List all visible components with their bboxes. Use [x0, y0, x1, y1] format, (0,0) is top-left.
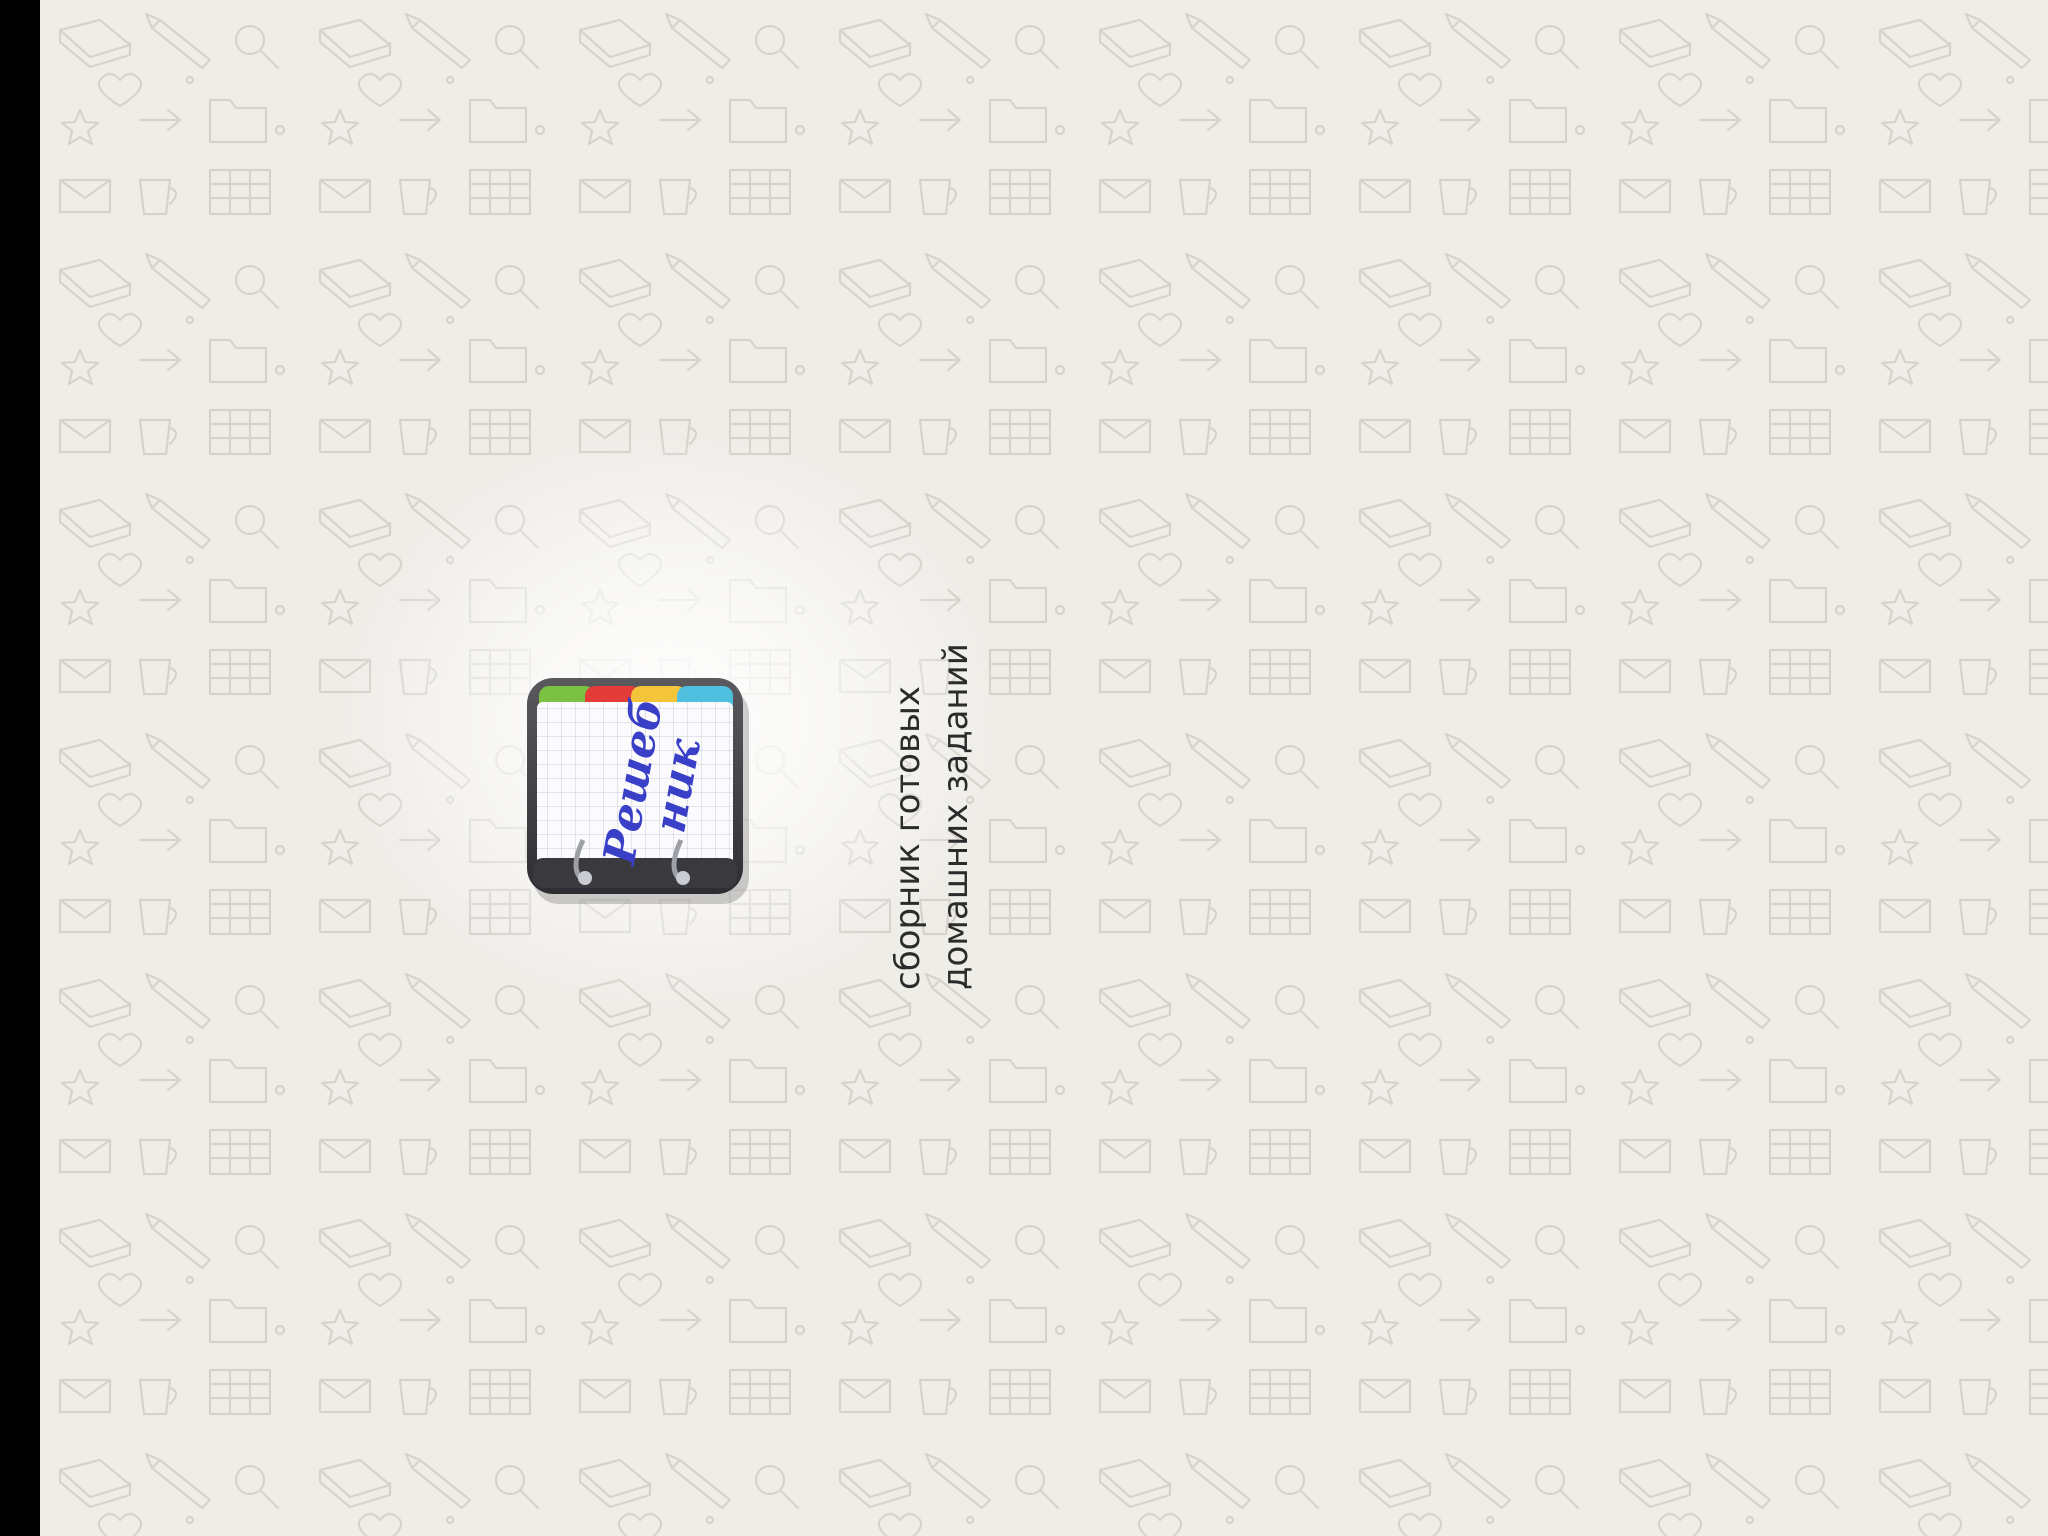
tagline-line2: домашних заданий — [936, 643, 976, 990]
splash-screen: Решеб ник сборник готовых домашних задан… — [40, 0, 2048, 1536]
doodle-background — [40, 0, 2048, 1536]
tagline: сборник готовых домашних заданий — [884, 570, 994, 990]
tagline-line1: сборник готовых — [888, 686, 928, 990]
left-edge-bar — [0, 0, 40, 1536]
